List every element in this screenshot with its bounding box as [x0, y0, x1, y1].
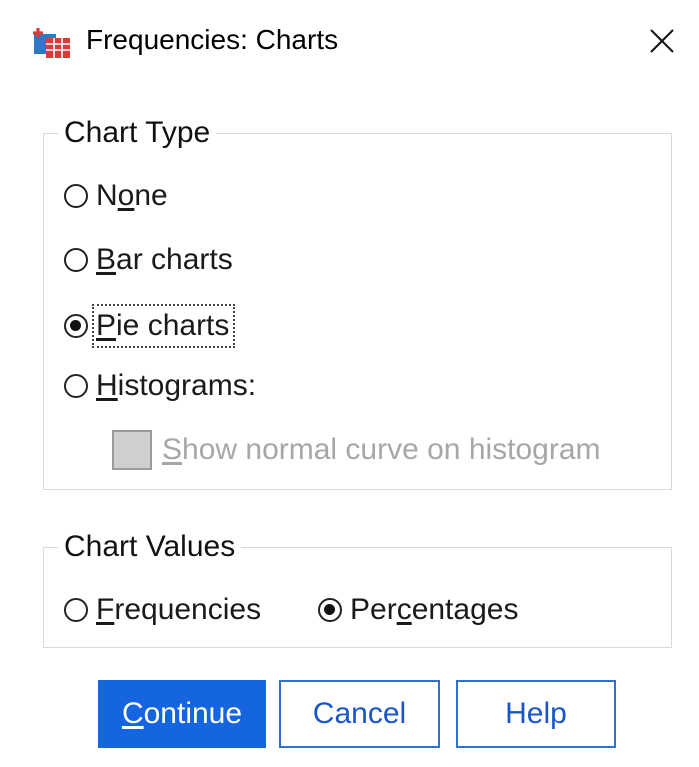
radio-button[interactable]	[64, 184, 88, 208]
radio-none[interactable]: None	[64, 178, 168, 214]
radio-pie-charts[interactable]: Pie charts	[64, 304, 236, 348]
help-label: Help	[505, 697, 567, 730]
cancel-button[interactable]: Cancel	[279, 680, 440, 748]
cancel-label: Cancel	[312, 697, 407, 730]
radio-pie-charts-label: Pie charts	[92, 304, 236, 348]
checkbox[interactable]	[112, 430, 152, 470]
radio-button[interactable]	[64, 248, 88, 272]
radio-button[interactable]	[64, 314, 88, 338]
spss-app-icon	[32, 24, 74, 60]
chart-type-legend: Chart Type	[64, 116, 211, 149]
radio-frequencies[interactable]: Frequencies	[64, 592, 261, 628]
radio-none-label: None	[96, 179, 168, 212]
radio-button[interactable]	[318, 598, 342, 622]
radio-bar-charts[interactable]: Bar charts	[64, 242, 233, 278]
continue-label: Continue	[121, 697, 243, 730]
help-button[interactable]: Help	[456, 680, 616, 748]
close-icon	[650, 29, 674, 53]
radio-percentages[interactable]: Percentages	[318, 592, 518, 628]
continue-button[interactable]: Continue	[98, 680, 266, 748]
normal-curve-label: Show normal curve on histogram	[162, 433, 601, 466]
close-button[interactable]	[640, 22, 684, 60]
radio-bar-charts-label: Bar charts	[96, 243, 233, 276]
radio-button[interactable]	[64, 374, 88, 398]
radio-histograms-label: Histograms:	[96, 369, 257, 402]
title-bar: Frequencies: Charts	[0, 0, 699, 78]
chart-values-group: Chart Values	[43, 530, 672, 648]
radio-histograms[interactable]: Histograms:	[64, 368, 256, 404]
radio-frequencies-label: Frequencies	[96, 593, 262, 626]
chart-values-legend: Chart Values	[64, 530, 236, 563]
radio-button[interactable]	[64, 598, 88, 622]
radio-percentages-label: Percentages	[350, 593, 519, 626]
window-title: Frequencies: Charts	[86, 24, 339, 55]
normal-curve-checkbox[interactable]: Show normal curve on histogram	[112, 430, 601, 470]
